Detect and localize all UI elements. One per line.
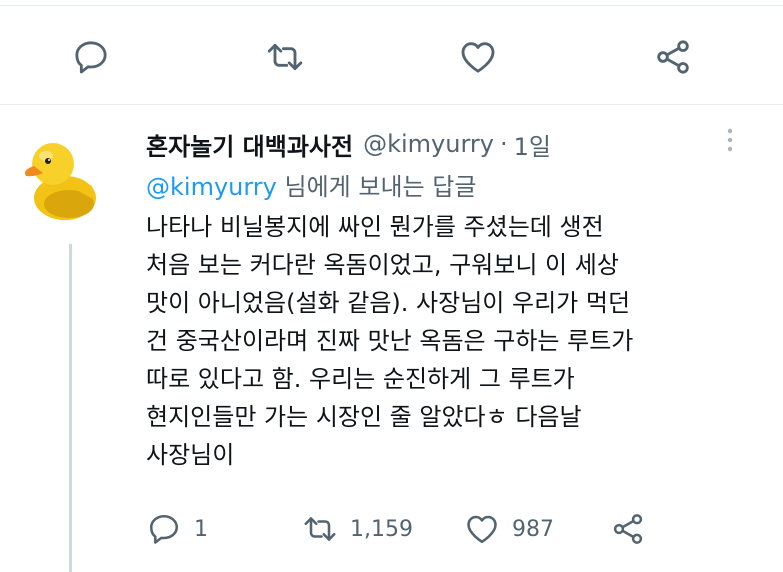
reply-to-handle-link[interactable]: @kimyurry xyxy=(146,173,277,201)
thread-line xyxy=(69,244,72,572)
main-tweet-action-bar xyxy=(0,22,783,92)
tweet-text-line: 현지인들만 가는 시장인 줄 알았다ㅎ 다음날 xyxy=(146,403,582,431)
like-count: 987 xyxy=(512,516,554,542)
speech-bubble-icon xyxy=(75,41,107,74)
heart-icon xyxy=(467,515,497,544)
tweet-body: 나타나 비닐봉지에 싸인 뭔가를 주셨는데 생전 처음 보는 커다란 옥돔이었고… xyxy=(146,208,746,474)
user-handle[interactable]: @kimyurry xyxy=(363,130,494,158)
reply-to-label: 님에게 보내는 답글 xyxy=(276,173,477,201)
separator-dot: · xyxy=(499,130,508,158)
tweet-text-line: 사장님이 xyxy=(146,441,235,469)
like-button[interactable] xyxy=(455,34,501,80)
more-options-button[interactable] xyxy=(716,126,744,156)
share-button[interactable] xyxy=(650,34,696,80)
reply-count: 1 xyxy=(194,516,208,542)
tweet-divider xyxy=(0,104,783,105)
timestamp[interactable]: 1일 xyxy=(514,127,551,162)
tweet-text-line: 나타나 비닐봉지에 싸인 뭔가를 주셨는데 생전 xyxy=(146,213,604,241)
top-divider xyxy=(0,5,783,6)
share-metric-button[interactable] xyxy=(610,506,646,552)
reply-metric-button[interactable]: 1 xyxy=(146,506,208,552)
reply-action-bar: 1 1,159 987 xyxy=(146,506,766,552)
avatar[interactable] xyxy=(22,132,98,228)
share-icon xyxy=(613,514,643,544)
more-vertical-icon xyxy=(727,128,733,152)
tweet-text-line: 처음 보는 커다란 옥돔이었고, 구워보니 이 세상 xyxy=(146,251,619,279)
like-metric-button[interactable]: 987 xyxy=(464,506,554,552)
tweet-header: 혼자놀기 대백과사전 @kimyurry · 1일 xyxy=(146,126,551,162)
tweet-text-line: 맛이 아니었음(설화 같음). 사장님이 우리가 먹던 xyxy=(146,289,631,317)
retweet-icon xyxy=(267,43,303,71)
retweet-button[interactable] xyxy=(262,34,308,80)
speech-bubble-icon xyxy=(149,514,179,544)
retweet-icon xyxy=(304,517,336,541)
retweet-metric-button[interactable]: 1,159 xyxy=(302,506,413,552)
rubber-duck-avatar-icon xyxy=(25,143,96,220)
tweet-text-line: 건 중국산이라며 진짜 맛난 옥돔은 구하는 루트가 xyxy=(146,327,634,355)
replying-to: @kimyurry 님에게 보내는 답글 xyxy=(146,167,476,202)
heart-icon xyxy=(461,42,495,73)
tweet-text-line: 따로 있다고 함. 우리는 순진하게 그 루트가 xyxy=(146,365,575,393)
reply-button[interactable] xyxy=(68,34,114,80)
retweet-count: 1,159 xyxy=(350,516,413,542)
share-icon xyxy=(657,40,689,74)
display-name[interactable]: 혼자놀기 대백과사전 xyxy=(146,127,353,162)
